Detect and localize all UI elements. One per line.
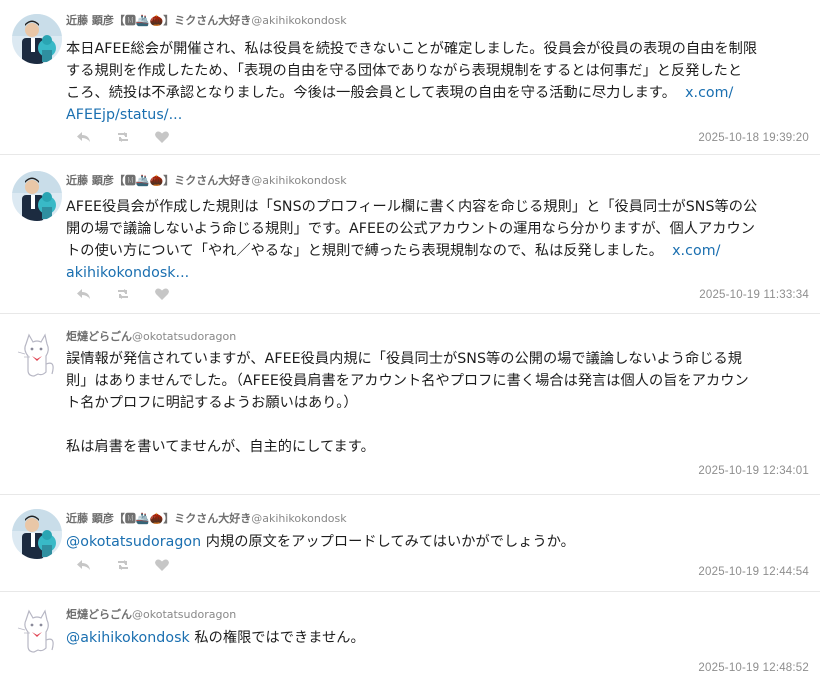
display-name[interactable]: 近藤 顕彦【🅼🚢🌰】ミクさん大好き: [66, 512, 251, 525]
tweet-line: @okotatsudoragon 内規の原文をアップロードしてみてはいかがでしょ…: [66, 531, 806, 553]
tweet-header: 炬燵どらごん@okotatsudoragon: [66, 328, 236, 344]
like-icon[interactable]: [154, 558, 170, 572]
mention-link[interactable]: @okotatsudoragon: [66, 534, 201, 550]
tweet-text: 本日AFEE総会が開催され、私は役員を続投できないことが確定しました。役員会が役…: [66, 38, 806, 126]
reply-icon[interactable]: [76, 558, 92, 572]
tweet-header: 近藤 顕彦【🅼🚢🌰】ミクさん大好き@akihikokondosk: [66, 510, 347, 526]
status-link[interactable]: x.com/: [672, 243, 720, 259]
like-icon[interactable]: [154, 287, 170, 301]
tweet-text: 誤情報が発信されていますが、AFEE役員内規に「役員同士がSNS等の公開の場で議…: [66, 348, 806, 458]
tweet-line-text: ころ、続投は不承認となりました。今後は一般会員として表現の自由を守る活動に尽力し…: [66, 85, 676, 101]
status-link-continued[interactable]: AFEEjp/status/...: [66, 107, 182, 123]
tweet-actions: [76, 287, 170, 301]
tweet-line: ころ、続投は不承認となりました。今後は一般会員として表現の自由を守る活動に尽力し…: [66, 82, 806, 104]
tweet-header: 近藤 顕彦【🅼🚢🌰】ミクさん大好き@akihikokondosk: [66, 12, 347, 28]
display-name[interactable]: 近藤 顕彦【🅼🚢🌰】ミクさん大好き: [66, 174, 251, 187]
retweet-icon[interactable]: [115, 558, 131, 572]
cat-avatar-icon: [12, 330, 62, 380]
tweet-header: 近藤 顕彦【🅼🚢🌰】ミクさん大好き@akihikokondosk: [66, 172, 347, 188]
timestamp[interactable]: 2025-10-19 11:33:34: [699, 289, 809, 301]
tweet-line: 私は肩書を書いてませんが、自主的にしてます。: [66, 439, 375, 455]
user-handle[interactable]: @akihikokondosk: [251, 174, 346, 187]
tweet-line-text: トの使い方について「やれ／やるな」と規則で縛ったら表現規制なので、私は反発しまし…: [66, 243, 663, 259]
user-handle[interactable]: @okotatsudoragon: [132, 330, 236, 343]
avatar[interactable]: [12, 171, 62, 221]
avatar[interactable]: [12, 509, 62, 559]
tweet-text: AFEE役員会が作成した規則は「SNSのプロフィール欄に書く内容を命じる規則」と…: [66, 196, 806, 284]
mention-link[interactable]: @akihikokondosk: [66, 630, 190, 646]
retweet-icon[interactable]: [115, 287, 131, 301]
like-icon[interactable]: [154, 130, 170, 144]
tweet-line: AFEEjp/status/...: [66, 104, 806, 126]
tweet-item: 近藤 顕彦【🅼🚢🌰】ミクさん大好き@akihikokondosk 本日AFEE総…: [0, 0, 820, 155]
tweet-line: ト名かプロフに明記するようお願いはあり。）: [66, 395, 358, 411]
timestamp[interactable]: 2025-10-19 12:48:52: [698, 662, 809, 674]
tweet-text: @okotatsudoragon 内規の原文をアップロードしてみてはいかがでしょ…: [66, 531, 806, 553]
user-handle[interactable]: @akihikokondosk: [251, 512, 346, 525]
cat-avatar-icon: [12, 606, 62, 656]
tweet-blank-line: [66, 414, 806, 436]
tweet-item: 近藤 顕彦【🅼🚢🌰】ミクさん大好き@akihikokondosk AFEE役員会…: [0, 155, 820, 314]
tweet-item: 近藤 顕彦【🅼🚢🌰】ミクさん大好き@akihikokondosk @okotat…: [0, 495, 820, 592]
tweet-line: トの使い方について「やれ／やるな」と規則で縛ったら表現規制なので、私は反発しまし…: [66, 240, 806, 262]
display-name[interactable]: 炬燵どらごん: [66, 330, 132, 343]
tweet-line: 誤情報が発信されていますが、AFEE役員内規に「役員同士がSNS等の公開の場で議…: [66, 351, 742, 367]
timestamp[interactable]: 2025-10-19 12:34:01: [698, 465, 809, 477]
person-avatar-icon: [12, 509, 62, 559]
tweet-line-text: 内規の原文をアップロードしてみてはいかがでしょうか。: [201, 534, 575, 550]
avatar[interactable]: [12, 330, 62, 380]
retweet-icon[interactable]: [115, 130, 131, 144]
timestamp[interactable]: 2025-10-18 19:39:20: [698, 132, 809, 144]
tweet-line-text: 私の権限ではできません。: [189, 630, 365, 646]
person-avatar-icon: [12, 171, 62, 221]
reply-icon[interactable]: [76, 287, 92, 301]
reply-icon[interactable]: [76, 130, 92, 144]
tweet-line: 本日AFEE総会が開催され、私は役員を続投できないことが確定しました。役員会が役…: [66, 41, 758, 57]
user-handle[interactable]: @akihikokondosk: [251, 14, 346, 27]
status-link[interactable]: x.com/: [685, 85, 733, 101]
timestamp[interactable]: 2025-10-19 12:44:54: [698, 566, 809, 578]
status-link-continued[interactable]: akihikokondosk...: [66, 265, 189, 281]
tweet-line: AFEE役員会が作成した規則は「SNSのプロフィール欄に書く内容を命じる規則」と…: [66, 199, 758, 215]
tweet-header: 炬燵どらごん@okotatsudoragon: [66, 606, 236, 622]
tweet-item: 炬燵どらごん@okotatsudoragon @akihikokondosk 私…: [0, 592, 820, 691]
tweet-line: する規則を作成したため、「表現の自由を守る団体でありながら表現規制をするとは何事…: [66, 63, 743, 79]
tweet-line: @akihikokondosk 私の権限ではできません。: [66, 627, 806, 649]
display-name[interactable]: 近藤 顕彦【🅼🚢🌰】ミクさん大好き: [66, 14, 251, 27]
tweet-item: 炬燵どらごん@okotatsudoragon 誤情報が発信されていますが、AFE…: [0, 314, 820, 495]
tweet-line: 開の場で議論しないよう命じる規則」です。AFEEの公式アカウントの運用なら分かり…: [66, 221, 755, 237]
tweet-line: 則」はありませんでした。（AFEE役員肩書をアカウント名やプロフに書く場合は発言…: [66, 373, 749, 389]
tweet-line: akihikokondosk...: [66, 262, 806, 284]
display-name[interactable]: 炬燵どらごん: [66, 608, 132, 621]
timeline: 近藤 顕彦【🅼🚢🌰】ミクさん大好き@akihikokondosk 本日AFEE総…: [0, 0, 820, 687]
avatar[interactable]: [12, 14, 62, 64]
user-handle[interactable]: @okotatsudoragon: [132, 608, 236, 621]
tweet-actions: [76, 130, 170, 144]
tweet-actions: [76, 558, 170, 572]
tweet-text: @akihikokondosk 私の権限ではできません。: [66, 627, 806, 649]
avatar[interactable]: [12, 606, 62, 656]
person-avatar-icon: [12, 14, 62, 64]
